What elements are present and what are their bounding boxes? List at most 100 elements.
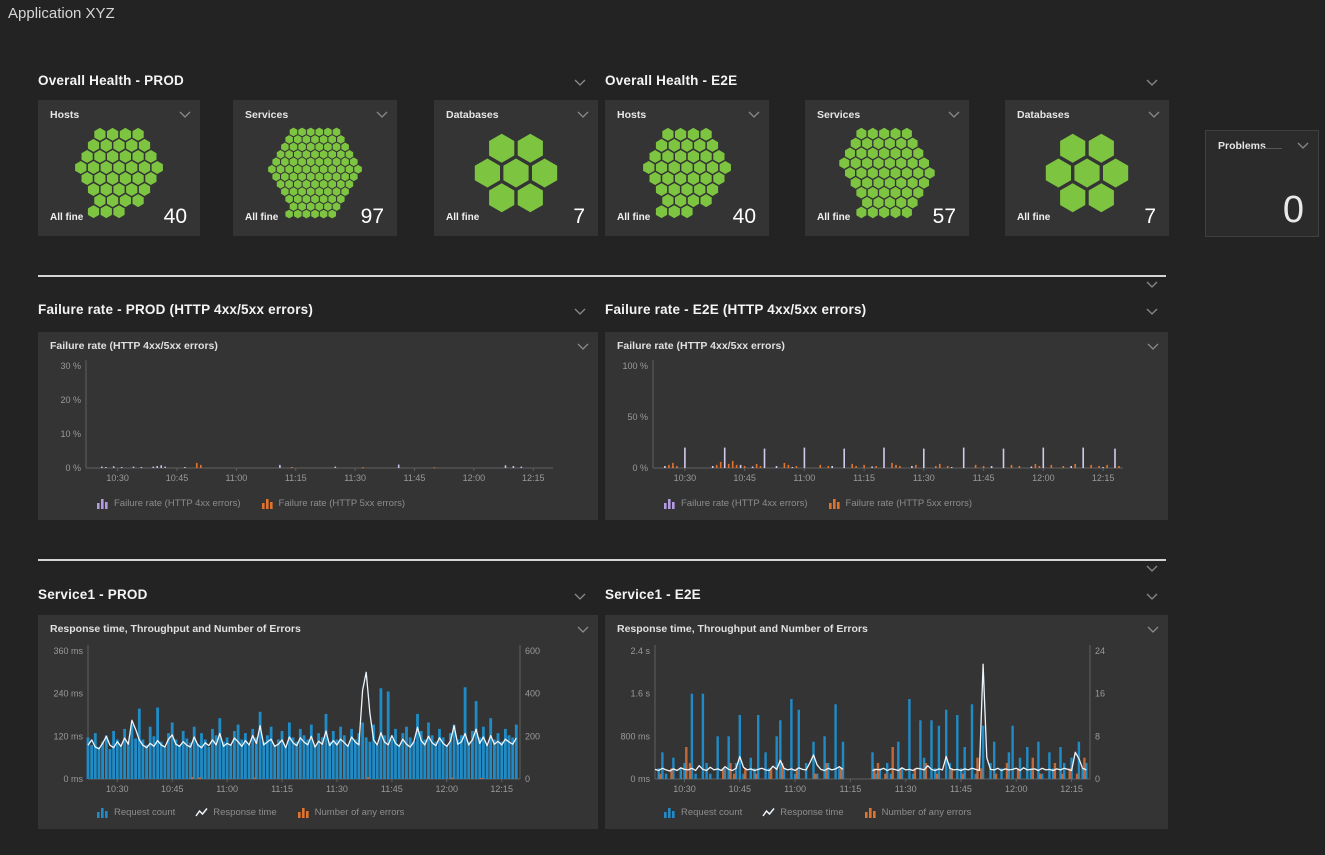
hexagon [320, 210, 328, 219]
tile-title: Databases [1017, 109, 1070, 121]
hexagon [879, 148, 889, 160]
chevron-down-icon[interactable] [1297, 142, 1309, 149]
hexagon [311, 150, 319, 159]
hexagon [874, 157, 884, 169]
hexagon [913, 187, 923, 199]
hexagon [856, 128, 866, 140]
hexagon [307, 187, 315, 196]
hexagon [107, 194, 118, 207]
hexagon [311, 210, 319, 219]
hexagon [333, 172, 341, 181]
entity-count: 97 [361, 205, 384, 229]
hexagon [298, 187, 306, 196]
status-text: All fine [1017, 212, 1050, 223]
hexagon [272, 157, 280, 166]
hexagon [681, 161, 692, 174]
hexagon [669, 139, 680, 152]
chevron-down-icon[interactable] [948, 111, 960, 118]
svg-text:12:00: 12:00 [436, 784, 459, 794]
hexagon [307, 143, 315, 152]
chevron-down-icon[interactable] [1146, 281, 1158, 288]
legend-label: Response time [213, 807, 276, 818]
chart-plot[interactable]: 0 %50 %100 %10:3010:4511:0011:1511:3011:… [605, 332, 1168, 520]
hexagon [107, 172, 118, 185]
hexagon [281, 157, 289, 166]
svg-text:11:00: 11:00 [784, 784, 806, 794]
svg-text:12:15: 12:15 [1060, 784, 1083, 794]
chevron-down-icon[interactable] [574, 593, 586, 600]
section-title-service-e2e: Service1 - E2E [605, 587, 701, 602]
svg-text:12:15: 12:15 [1092, 473, 1115, 483]
hexagon [874, 138, 884, 150]
chevron-down-icon[interactable] [179, 111, 191, 118]
svg-text:0 %: 0 % [632, 463, 648, 473]
chevron-down-icon[interactable] [1148, 111, 1160, 118]
legend-label: Number of any errors [882, 807, 972, 818]
svg-text:0 %: 0 % [65, 463, 81, 473]
svg-text:11:30: 11:30 [344, 473, 366, 483]
hexagon [307, 202, 315, 211]
hexagon [341, 187, 349, 196]
failure-rate-prod-tile[interactable]: Failure rate (HTTP 4xx/5xx errors) 0 %10… [38, 332, 598, 520]
health-tile-hosts-prod[interactable]: HostsAll fine40 [38, 100, 200, 236]
legend-label: Request count [114, 807, 175, 818]
chevron-down-icon[interactable] [574, 79, 586, 86]
hexagon [913, 167, 923, 179]
hexagon [885, 177, 895, 189]
legend-label: Failure rate (HTTP 4xx errors) [681, 498, 808, 509]
status-text: All fine [245, 212, 278, 223]
hexagon [346, 150, 354, 159]
failure-rate-e2e-tile[interactable]: Failure rate (HTTP 4xx/5xx errors) 0 %50… [605, 332, 1168, 520]
service1-prod-tile[interactable]: Response time, Throughput and Number of … [38, 615, 598, 829]
hexagon [874, 177, 884, 189]
hexagon [290, 157, 298, 166]
hexagon [311, 165, 319, 174]
svg-text:12:00: 12:00 [1005, 784, 1028, 794]
hexagon [294, 135, 302, 144]
chevron-down-icon[interactable] [376, 111, 388, 118]
hexagon [139, 139, 150, 152]
problems-tile[interactable]: Problems 0 [1205, 130, 1319, 237]
hexagon [277, 180, 285, 189]
hexagon [902, 148, 912, 160]
health-tile-services-e2e[interactable]: ServicesAll fine57 [805, 100, 969, 236]
chevron-down-icon[interactable] [574, 308, 586, 315]
chart-plot[interactable]: 0 ms120 ms240 ms360 ms020040060010:3010:… [38, 615, 598, 829]
hexagon [133, 150, 144, 163]
service1-e2e-tile[interactable]: Response time, Throughput and Number of … [605, 615, 1168, 829]
hexagon [303, 150, 311, 159]
hexagon [874, 197, 884, 209]
hexagon [337, 150, 345, 159]
hexagon [650, 150, 661, 163]
hexagon [643, 161, 654, 174]
hexagon [303, 135, 311, 144]
hexagon [891, 167, 901, 179]
chevron-down-icon[interactable] [1146, 593, 1158, 600]
chart-legend: Failure rate (HTTP 4xx errors)Failure ra… [96, 498, 405, 509]
health-tile-databases-prod[interactable]: DatabasesAll fine7 [434, 100, 598, 236]
hexagon [298, 202, 306, 211]
svg-text:11:30: 11:30 [895, 784, 917, 794]
chevron-down-icon[interactable] [1146, 565, 1158, 572]
svg-text:200: 200 [525, 731, 540, 741]
chevron-down-icon[interactable] [1146, 308, 1158, 315]
chevron-down-icon[interactable] [577, 111, 589, 118]
svg-text:360 ms: 360 ms [53, 646, 83, 656]
legend-label: Failure rate (HTTP 5xx errors) [279, 498, 406, 509]
chart-plot[interactable]: 0 ms800 ms1.6 s2.4 s08162410:3010:4511:0… [605, 615, 1168, 829]
health-tile-hosts-e2e[interactable]: HostsAll fine40 [605, 100, 769, 236]
hexagon [311, 180, 319, 189]
health-tile-services-prod[interactable]: ServicesAll fine97 [233, 100, 397, 236]
health-tile-databases-e2e[interactable]: DatabasesAll fine7 [1005, 100, 1169, 236]
hexagon [277, 150, 285, 159]
svg-text:16: 16 [1095, 689, 1105, 699]
hexagon [290, 202, 298, 211]
chart-plot[interactable]: 0 %10 %20 %30 %10:3010:4511:0011:1511:30… [38, 332, 598, 520]
hexagon [285, 195, 293, 204]
hexagon [82, 150, 93, 163]
chevron-down-icon[interactable] [748, 111, 760, 118]
chevron-down-icon[interactable] [1146, 79, 1158, 86]
hexagon [694, 139, 705, 152]
hexagon [879, 128, 889, 140]
hexagon [675, 194, 686, 207]
